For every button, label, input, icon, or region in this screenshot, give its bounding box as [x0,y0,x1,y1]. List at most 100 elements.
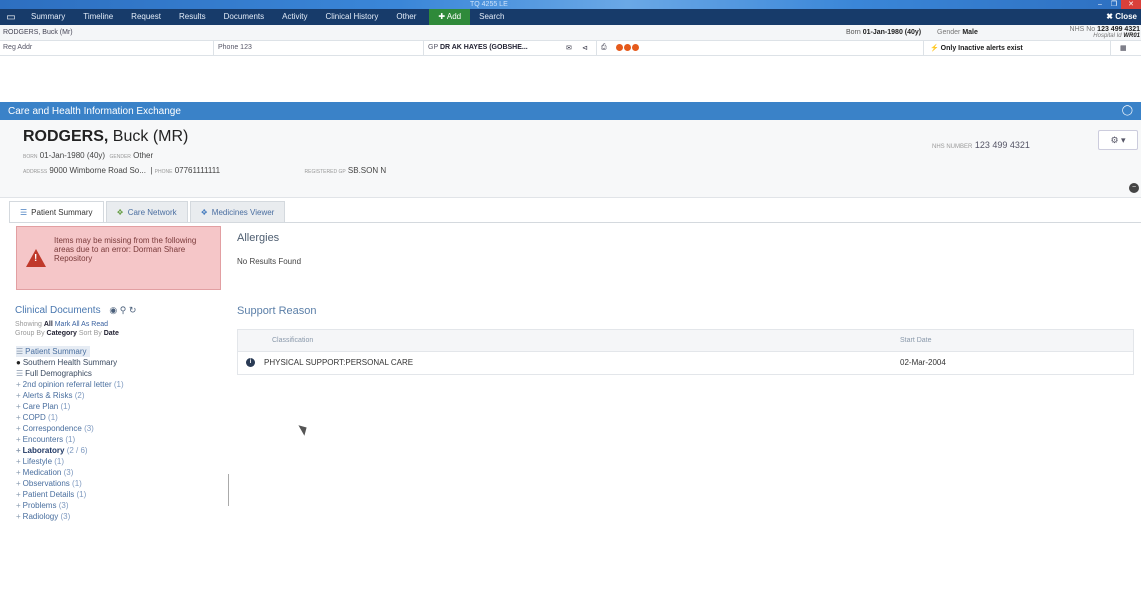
tree-item-lifestyle[interactable]: + Lifestyle (1) [16,456,221,467]
separator [1110,41,1111,56]
status-badges[interactable] [615,44,639,51]
banner-phone: Phone 123 [218,44,252,51]
patient-name: RODGERS, Buck (MR) [23,128,188,146]
patient-banner-details: Reg Addr Phone 123 GP DR AK HAYES (GOBSH… [0,41,1141,56]
allergies-title: Allergies [237,232,280,244]
patient-contact: ADDRESS 9000 Wimborne Road So... | PHONE… [23,166,387,175]
tab-divider [9,222,1141,223]
nav-documents[interactable]: Documents [215,9,273,25]
window-close-button[interactable]: ✕ [1121,0,1141,9]
tree-item-radiology[interactable]: + Radiology (3) [16,511,221,522]
gender-label: Gender [937,29,961,36]
collapse-icon[interactable]: − [1129,183,1139,193]
address-value: 9000 Wimborne Road So... [49,166,146,175]
add-button[interactable]: ✚ Add [429,9,471,25]
info-icon[interactable]: i [246,358,255,367]
tab-care-network[interactable]: ❖ Care Network [105,201,188,222]
tab-medicines-viewer[interactable]: ❖ Medicines Viewer [189,201,286,222]
patient-header: RODGERS, Buck (MR) BORN 01-Jan-1980 (40y… [0,120,1141,198]
tree-item-encounters[interactable]: + Encounters (1) [16,434,221,445]
tree-item-count: (3) [84,424,94,433]
message-icon[interactable]: ✉ [566,44,572,52]
list-icon: ☰ [20,208,28,217]
phone-value: 07761111111 [174,166,221,175]
badge-icon [616,44,623,51]
nav-timeline[interactable]: Timeline [74,9,122,25]
born-label: Born [846,29,861,36]
nhs-label: NHS Number [932,144,973,150]
tree-item-southern-health-summary[interactable]: ● Southern Health Summary [16,357,221,368]
nav-results[interactable]: Results [170,9,215,25]
banner-born: Born 01-Jan-1980 (40y) [846,29,921,36]
maximize-button[interactable]: ❐ [1107,0,1121,9]
address-label: ADDRESS [23,169,48,175]
tree-item-laboratory[interactable]: + Laboratory (2 / 6) [16,445,221,456]
list-icon: ☰ [16,347,24,356]
minimize-button[interactable]: – [1093,0,1107,9]
nav-activity[interactable]: Activity [273,9,316,25]
column-header-classification[interactable]: Classification [272,337,313,344]
tree-item-count: (3) [58,501,69,510]
tree-item-count: (1) [54,457,65,466]
tree-item-alerts-risks[interactable]: + Alerts & Risks (2) [16,390,221,401]
monitor-icon[interactable]: ▭ [0,12,22,23]
tree-item-full-demographics[interactable]: ☰ Full Demographics [16,368,221,379]
banner-patient-name[interactable]: RODGERS, Buck (Mr) [3,29,73,36]
tree-item-count: (1) [48,413,58,422]
mark-all-read-link[interactable]: Mark All As Read [55,321,108,328]
tree-item-copd[interactable]: + COPD (1) [16,412,221,423]
tab-patient-summary[interactable]: ☰ Patient Summary [9,201,104,222]
tree-item-patient-summary[interactable]: ☰ Patient Summary [16,346,90,357]
column-header-start-date[interactable]: Start Date [900,337,932,344]
nav-search[interactable]: Search [470,9,513,25]
nav-other[interactable]: Other [387,9,425,25]
eye-icon[interactable]: ◉ [109,305,117,315]
show-all-link[interactable]: All [44,321,53,328]
tree-item-referral-letter[interactable]: +2nd opinion referral letter (1) [16,379,221,390]
tree-item-label: Care Plan [22,402,59,411]
tree-item-observations[interactable]: + Observations (1) [16,478,221,489]
nhs-label: NHS No [1069,26,1096,33]
print-icon[interactable]: ⎙ [601,44,607,52]
tree-item-label: Full Demographics [25,369,92,378]
tree-item-medication[interactable]: + Medication (3) [16,467,221,478]
tree-item-problems[interactable]: + Problems (3) [16,500,221,511]
settings-dropdown[interactable]: ⚙ ▾ [1098,130,1138,150]
tree-item-label: Encounters [22,435,64,444]
registered-gp-value: SB.SON N [347,166,387,175]
table-row[interactable]: i PHYSICAL SUPPORT:PERSONAL CARE 02-Mar-… [238,352,1133,374]
tree-item-label: Laboratory [22,446,65,455]
tree-item-patient-details[interactable]: + Patient Details (1) [16,489,221,500]
alerts-indicator[interactable]: ⚡ Only Inactive alerts exist [930,44,1023,52]
calendar-icon[interactable]: ▦ [1120,44,1127,52]
expand-icon: + [16,413,21,422]
panel-resize-handle[interactable] [228,474,229,506]
group-category-link[interactable]: Category [47,330,77,337]
share-icon[interactable]: ⊲ [582,44,588,52]
nav-summary[interactable]: Summary [22,9,74,25]
tree-item-label: Observations [22,479,70,488]
tree-item-label: Patient Summary [25,347,87,356]
separator [596,41,597,56]
chat-icon[interactable]: ◯ [1122,105,1133,116]
refresh-icon[interactable]: ↻ [129,305,137,315]
tree-item-care-plan[interactable]: + Care Plan (1) [16,401,221,412]
expand-icon: + [16,380,21,389]
reg-address: Reg Addr [3,44,33,51]
cell-classification: PHYSICAL SUPPORT:PERSONAL CARE [264,358,414,367]
allergies-value: No Results Found [237,257,302,266]
badge-icon [632,44,639,51]
tree-item-count: (1) [76,490,87,499]
network-icon: ❖ [116,208,124,217]
nav-clinical-history[interactable]: Clinical History [316,9,387,25]
tree-item-count: (3) [60,512,71,521]
close-patient-button[interactable]: ✖ Close [1106,9,1137,25]
tree-item-count: (1) [60,402,71,411]
sort-date-link[interactable]: Date [104,330,119,337]
warning-alert: ! Items may be missing from the followin… [16,226,221,290]
search-icon[interactable]: ⚲ [120,305,127,315]
documents-tree: ☰ Patient Summary ● Southern Health Summar… [16,346,221,522]
separator [213,41,214,56]
tree-item-correspondence[interactable]: + Correspondence (3) [16,423,221,434]
nav-request[interactable]: Request [122,9,170,25]
